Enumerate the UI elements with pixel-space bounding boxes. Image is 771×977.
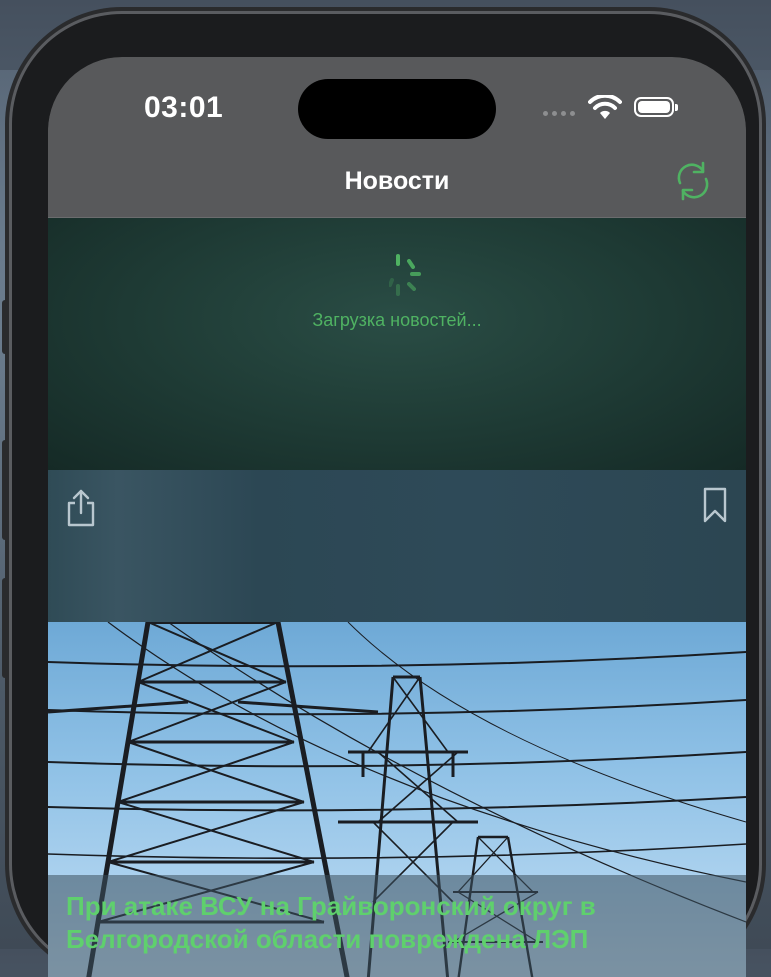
- news-image[interactable]: При атаке ВСУ на Грайворонский округ в Б…: [48, 622, 746, 977]
- mute-switch: [2, 300, 12, 354]
- navigation-bar: Новости: [48, 155, 746, 218]
- refresh-button[interactable]: [672, 159, 714, 203]
- status-time: 03:01: [144, 91, 224, 124]
- phone-screen: 03:01 Новости Загрузка новостей... При а…: [48, 57, 746, 977]
- loading-panel: Загрузка новостей...: [48, 218, 746, 470]
- battery-icon: [634, 97, 678, 117]
- news-headline[interactable]: При атаке ВСУ на Грайворонский округ в Б…: [66, 890, 736, 956]
- dynamic-island: [298, 79, 496, 139]
- page-title: Новости: [344, 167, 450, 195]
- loading-text: Загрузка новостей...: [312, 310, 482, 330]
- share-icon: [67, 489, 95, 527]
- refresh-arrows-icon: [677, 161, 709, 201]
- volume-up-button: [2, 440, 12, 540]
- wifi-icon: [588, 95, 622, 119]
- bookmark-icon: [703, 487, 727, 523]
- volume-down-button: [2, 578, 12, 678]
- share-button[interactable]: [64, 488, 98, 533]
- news-card-toolbar: [48, 470, 746, 622]
- bookmark-button[interactable]: [702, 486, 728, 529]
- cellular-signal-icon: [543, 111, 575, 116]
- loading-spinner-icon: [389, 254, 421, 296]
- phone-frame: 03:01 Новости Загрузка новостей... При а…: [12, 14, 759, 977]
